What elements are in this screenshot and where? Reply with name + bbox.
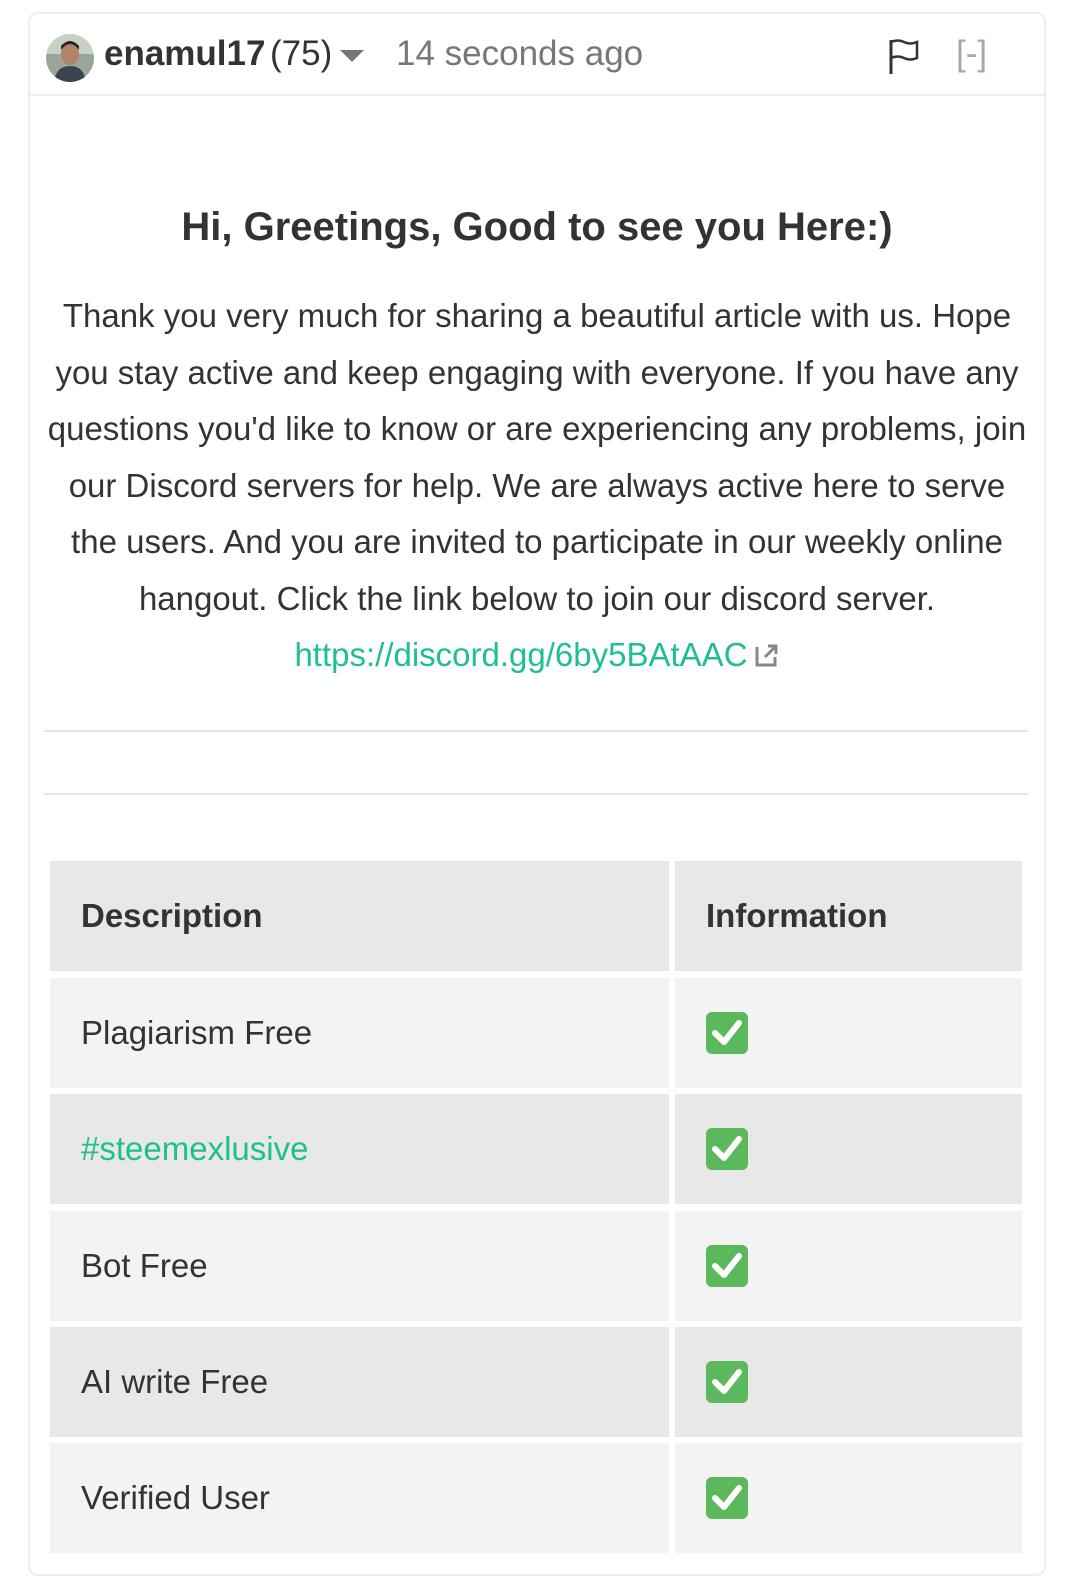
table-header-description: Description: [50, 861, 669, 971]
external-link-icon: [754, 629, 780, 667]
table-cell-information: [675, 1211, 1022, 1321]
comment-heading: Hi, Greetings, Good to see you Here:): [181, 205, 893, 249]
divider: [44, 730, 1028, 732]
check-mark-icon: [706, 1245, 748, 1287]
reputation-score: (75): [270, 34, 333, 73]
body-paragraph: Thank you very much for sharing a beauti…: [47, 297, 1027, 617]
collapse-button[interactable]: [-]: [956, 32, 987, 76]
table-cell-description: Plagiarism Free: [50, 978, 669, 1088]
divider: [44, 793, 1028, 795]
comment-card: enamul17 (75) 14 seconds ago [-] Hi, Gre…: [28, 12, 1046, 1576]
avatar[interactable]: [46, 34, 94, 82]
table-cell-description: Bot Free: [50, 1211, 669, 1321]
comment-body: Thank you very much for sharing a beauti…: [42, 288, 1032, 684]
flag-icon[interactable]: [888, 38, 920, 76]
table-cell-information: [675, 1094, 1022, 1204]
table-cell-information: [675, 1327, 1022, 1437]
timestamp-link[interactable]: 14 seconds ago: [396, 32, 643, 76]
table-cell-information: [675, 978, 1022, 1088]
table-header-information: Information: [675, 861, 1022, 971]
table-cell-description: AI write Free: [50, 1327, 669, 1437]
chevron-down-icon[interactable]: [340, 50, 364, 62]
check-mark-icon: [706, 1361, 748, 1403]
check-mark-icon: [706, 1128, 748, 1170]
username-link[interactable]: enamul17: [104, 32, 265, 76]
table-cell-description: Verified User: [50, 1443, 669, 1553]
comment-header: enamul17 (75) 14 seconds ago [-]: [30, 14, 1044, 96]
table-cell-information: [675, 1443, 1022, 1553]
check-mark-icon: [706, 1012, 748, 1054]
discord-link[interactable]: https://discord.gg/6by5BAtAAC: [294, 636, 747, 673]
table-cell-description: #steemexlusive: [50, 1094, 669, 1204]
steemexlusive-tag-link[interactable]: #steemexlusive: [81, 1130, 308, 1168]
check-mark-icon: [706, 1477, 748, 1519]
